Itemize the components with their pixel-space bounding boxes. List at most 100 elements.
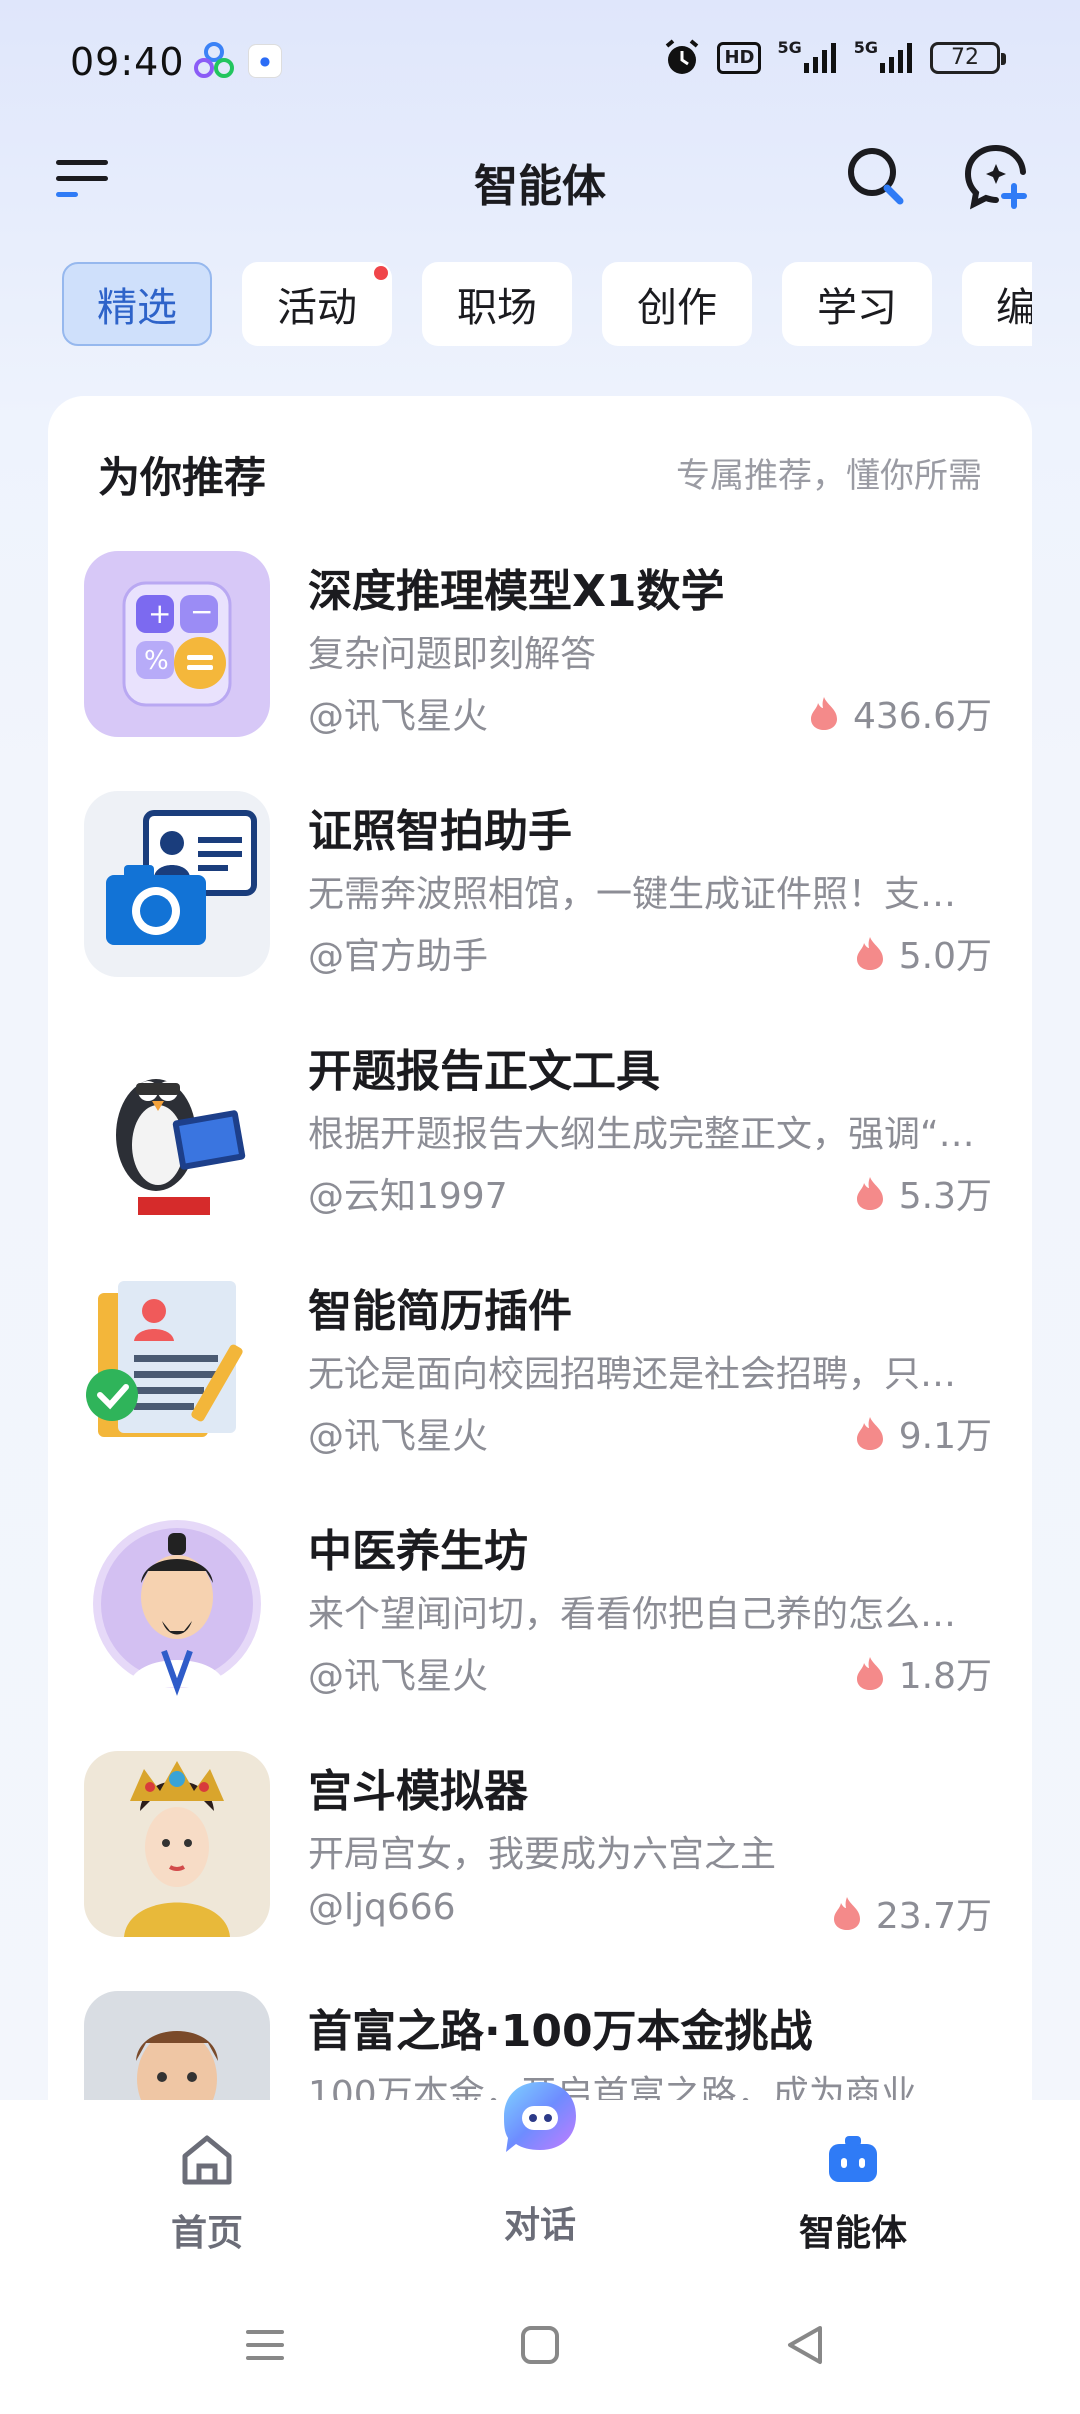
tab-study[interactable]: 学习 bbox=[782, 262, 932, 346]
signal-5g-label: 5G bbox=[777, 38, 802, 57]
item-count: 5.3万 bbox=[855, 1167, 992, 1219]
penguin-laptop-icon bbox=[84, 1031, 270, 1217]
flame-icon bbox=[833, 1897, 860, 1930]
recent-apps-icon[interactable] bbox=[240, 2320, 290, 2370]
section-title: 为你推荐 bbox=[98, 453, 267, 502]
flame-icon bbox=[856, 1657, 883, 1690]
item-author: @官方助手 bbox=[308, 936, 489, 977]
multicolor-app-icon bbox=[194, 42, 234, 78]
flame-icon bbox=[810, 697, 837, 730]
tab-label: 活动 bbox=[277, 285, 357, 331]
nav-home-label: 首页 bbox=[170, 2213, 243, 2254]
page-title: 智能体 bbox=[474, 161, 606, 212]
signal-5g-icon: 5G bbox=[777, 38, 837, 78]
signal-5g-icon-2: 5G bbox=[854, 38, 914, 78]
list-item[interactable]: + − % 深度推理模型X1数学 复杂问题即刻解答 @讯飞星火 436.6万 bbox=[48, 551, 1032, 791]
item-count-value: 9.1万 bbox=[898, 1416, 992, 1457]
search-icon[interactable] bbox=[840, 140, 910, 210]
agent-icon bbox=[829, 2136, 877, 2182]
list-item[interactable]: 宫斗模拟器 开局宫女，我要成为六宫之主 @ljq666 23.7万 bbox=[48, 1751, 1032, 1991]
tab-label: 创作 bbox=[637, 285, 717, 331]
item-count: 23.7万 bbox=[832, 1887, 992, 1939]
empress-avatar-icon bbox=[84, 1751, 270, 1937]
item-title: 深度推理模型X1数学 bbox=[308, 566, 725, 617]
item-count-value: 5.3万 bbox=[898, 1176, 992, 1217]
item-author: @ljq666 bbox=[308, 1887, 456, 1928]
item-author: @讯飞星火 bbox=[308, 696, 489, 737]
tab-creation[interactable]: 创作 bbox=[602, 262, 752, 346]
status-indicators: HD 5G 5G 72 bbox=[663, 38, 1006, 78]
flame-icon bbox=[856, 937, 883, 970]
list-item[interactable]: 开题报告正文工具 根据开题报告大纲生成完整正文，强调“… @云知1997 5.3… bbox=[48, 1031, 1032, 1271]
item-title: 开题报告正文工具 bbox=[308, 1046, 660, 1097]
nav-chat-label: 对话 bbox=[503, 2205, 576, 2246]
item-desc: 复杂问题即刻解答 bbox=[308, 634, 597, 675]
item-title: 智能简历插件 bbox=[308, 1286, 572, 1337]
resume-icon bbox=[84, 1271, 270, 1457]
item-title: 宫斗模拟器 bbox=[308, 1766, 528, 1817]
item-count: 436.6万 bbox=[809, 687, 992, 739]
item-count-value: 23.7万 bbox=[875, 1896, 992, 1937]
battery-icon: 72 bbox=[930, 42, 1006, 74]
list-item[interactable]: 中医养生坊 来个望闻问切，看看你把自己养的怎么… @讯飞星火 1.8万 bbox=[48, 1511, 1032, 1751]
item-count-value: 1.8万 bbox=[898, 1656, 992, 1697]
tab-label: 编 bbox=[996, 285, 1032, 331]
item-count: 1.8万 bbox=[855, 1647, 992, 1699]
status-time: 09:40 bbox=[70, 40, 185, 84]
notification-dot bbox=[374, 266, 388, 280]
item-author: @讯飞星火 bbox=[308, 1656, 489, 1697]
chat-plus-icon[interactable] bbox=[960, 140, 1032, 212]
item-count: 9.1万 bbox=[855, 1407, 992, 1459]
item-author: @云知1997 bbox=[308, 1176, 508, 1217]
calculator-icon: + − % bbox=[84, 551, 270, 737]
alarm-icon bbox=[666, 39, 699, 74]
item-desc: 根据开题报告大纲生成完整正文，强调“… bbox=[308, 1114, 975, 1155]
tab-label: 学习 bbox=[817, 285, 897, 331]
tab-edit[interactable]: 编 bbox=[962, 262, 1032, 346]
nav-agent-label: 智能体 bbox=[798, 2213, 907, 2254]
status-bar: 09:40 ● HD 5G 5G 72 bbox=[0, 0, 1080, 130]
app-header: 智能体 bbox=[0, 130, 1080, 240]
list-item[interactable]: 智能简历插件 无论是面向校园招聘还是社会招聘，只… @讯飞星火 9.1万 bbox=[48, 1271, 1032, 1511]
nav-agent[interactable]: 智能体 bbox=[753, 2130, 953, 2256]
flame-icon bbox=[856, 1177, 883, 1210]
tab-workplace[interactable]: 职场 bbox=[422, 262, 572, 346]
signal-5g-label-2: 5G bbox=[853, 38, 878, 57]
item-count-value: 5.0万 bbox=[898, 936, 992, 977]
item-desc: 来个望闻问切，看看你把自己养的怎么… bbox=[308, 1594, 957, 1635]
agent-list: + − % 深度推理模型X1数学 复杂问题即刻解答 @讯飞星火 436.6万 证… bbox=[48, 551, 1032, 2116]
item-desc: 无需奔波照相馆，一键生成证件照！支… bbox=[308, 874, 957, 915]
item-title: 证照智拍助手 bbox=[308, 806, 572, 857]
system-nav-bar bbox=[0, 2280, 1080, 2414]
section-subtitle: 专属推荐，懂你所需 bbox=[676, 456, 982, 496]
tab-featured[interactable]: 精选 bbox=[62, 262, 212, 346]
item-count-value: 436.6万 bbox=[852, 696, 992, 737]
doctor-avatar-icon bbox=[84, 1511, 270, 1697]
category-tabs: 精选 活动 职场 创作 学习 编 bbox=[62, 262, 1032, 346]
tab-events[interactable]: 活动 bbox=[242, 262, 392, 346]
recommend-card: 为你推荐 专属推荐，懂你所需 + − % 深度推理模型X1数学 复杂问题即刻解答… bbox=[48, 396, 1032, 2116]
blue-app-icon: ● bbox=[248, 44, 282, 78]
flame-icon bbox=[856, 1417, 883, 1450]
item-title: 首富之路·100万本金挑战 bbox=[308, 2006, 813, 2057]
home-icon bbox=[182, 2135, 232, 2185]
back-icon[interactable] bbox=[780, 2320, 830, 2370]
item-count: 5.0万 bbox=[855, 927, 992, 979]
svg-text:−: − bbox=[190, 595, 213, 628]
nav-chat[interactable]: 对话 bbox=[440, 2196, 640, 2248]
item-author: @讯飞星火 bbox=[308, 1416, 489, 1457]
nav-home[interactable]: 首页 bbox=[107, 2130, 307, 2256]
svg-text:+: + bbox=[148, 597, 171, 630]
list-item[interactable]: 证照智拍助手 无需奔波照相馆，一键生成证件照！支… @官方助手 5.0万 bbox=[48, 791, 1032, 1031]
svg-text:%: % bbox=[144, 646, 169, 676]
camera-id-icon bbox=[84, 791, 270, 977]
hd-icon: HD bbox=[717, 42, 762, 74]
item-desc: 开局宫女，我要成为六宫之主 bbox=[308, 1834, 777, 1875]
tab-label: 精选 bbox=[97, 285, 177, 331]
chat-bot-icon[interactable] bbox=[498, 2076, 582, 2160]
item-desc: 无论是面向校园招聘还是社会招聘，只… bbox=[308, 1354, 957, 1395]
tab-label: 职场 bbox=[457, 285, 537, 331]
home-button-icon[interactable] bbox=[515, 2320, 565, 2370]
man-avatar-icon bbox=[84, 1991, 270, 2116]
item-title: 中医养生坊 bbox=[308, 1526, 528, 1577]
